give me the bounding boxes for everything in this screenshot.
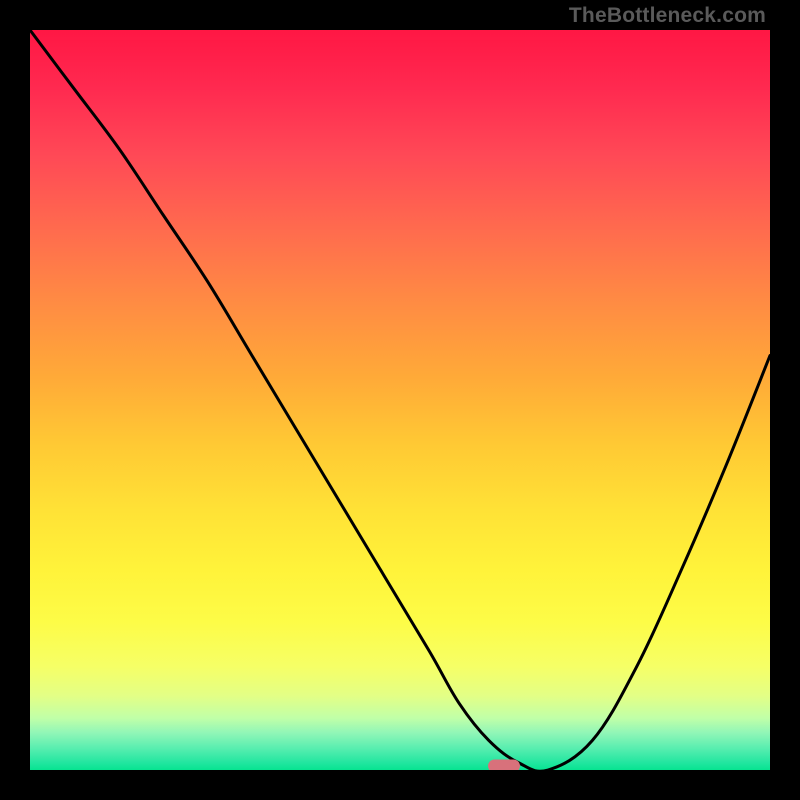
chart-area [30, 30, 770, 770]
optimal-marker [488, 760, 520, 771]
curve-svg [30, 30, 770, 770]
bottleneck-curve [30, 30, 770, 770]
watermark-text: TheBottleneck.com [569, 4, 766, 28]
